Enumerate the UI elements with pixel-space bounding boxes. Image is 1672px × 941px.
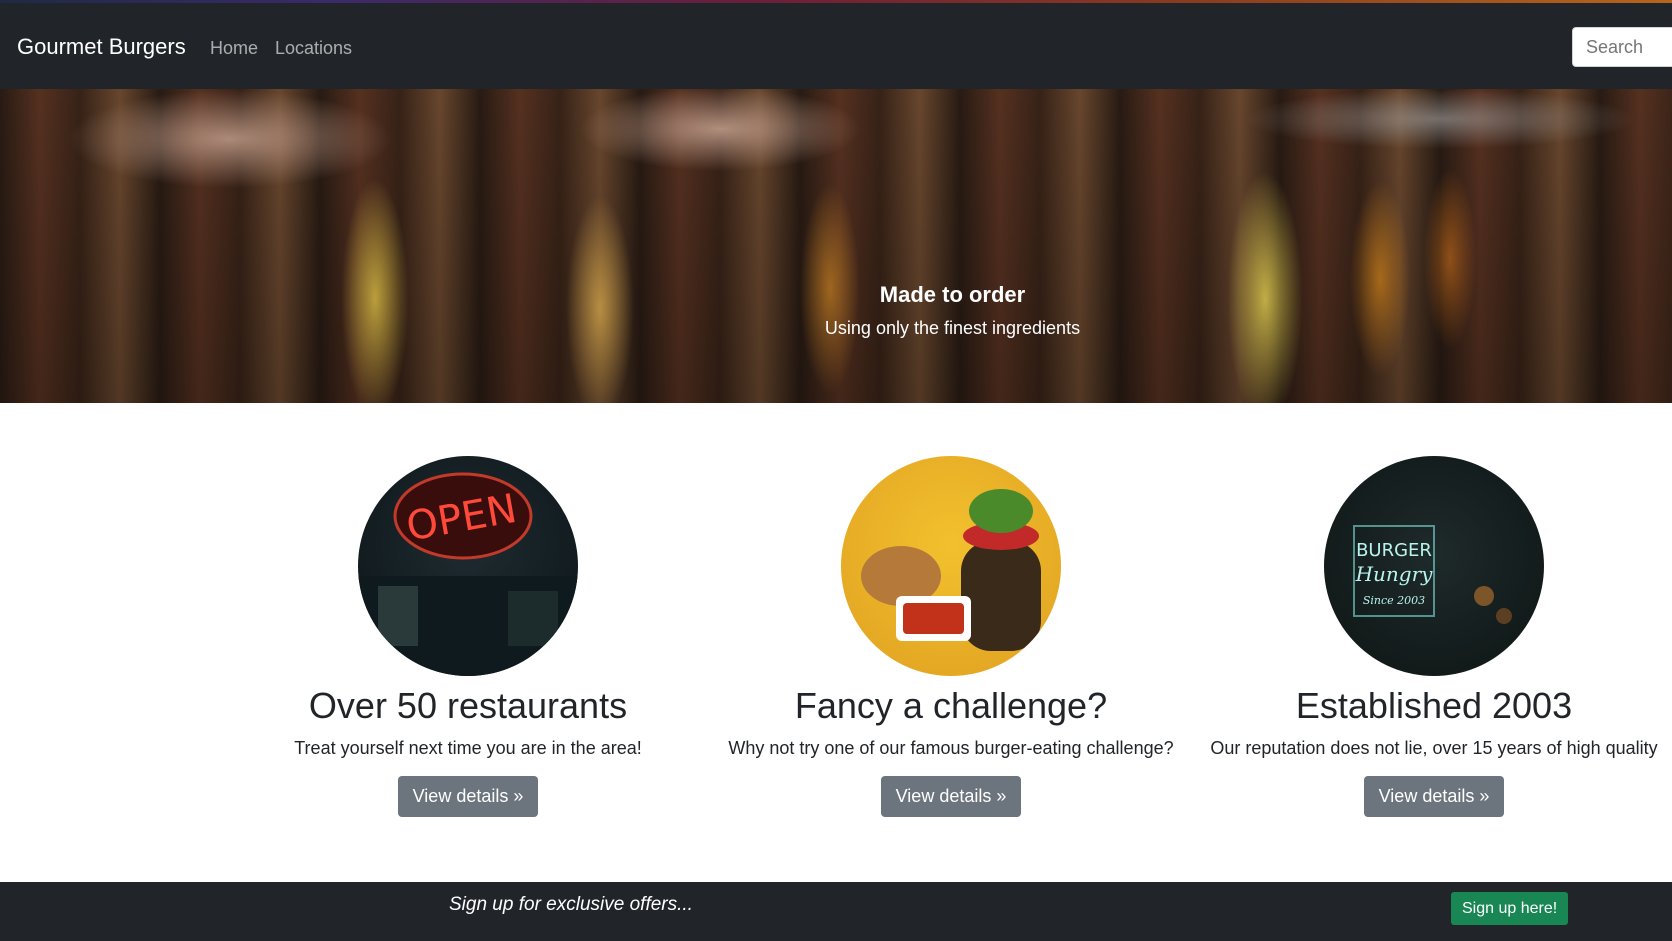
svg-text:BURGER: BURGER [1356,540,1432,561]
svg-text:Since 2003: Since 2003 [1363,594,1425,607]
nav-link-locations[interactable]: Locations [275,38,352,59]
sign-up-button[interactable]: Sign up here! [1451,892,1569,925]
hero-subtitle: Using only the finest ingredients [824,318,1081,338]
feature-text-challenge: Why not try one of our famous burger-eat… [728,738,1174,758]
feature-text-established: Our reputation does not lie, over 15 yea… [1210,738,1658,758]
feature-heading-challenge: Fancy a challenge? [794,685,1108,726]
hero-background-image [0,89,1672,403]
burger-and-wedges-image [841,456,1061,676]
burger-neon-sign-image: BURGER Hungry Since 2003 [1324,456,1544,676]
brand-link[interactable]: Gourmet Burgers [17,34,186,60]
view-details-button-established[interactable]: View details » [1363,776,1505,817]
feature-column-restaurants: OPEN Over 50 restaurants Treat yourself … [238,456,698,817]
svg-text:Hungry: Hungry [1355,562,1434,586]
search-input[interactable] [1572,27,1672,67]
nav-link-home[interactable]: Home [210,38,258,59]
signup-footer: Sign up for exclusive offers... Sign up … [0,882,1672,941]
hero-carousel: Made to order Using only the finest ingr… [0,89,1672,403]
feature-column-challenge: Fancy a challenge? Why not try one of ou… [721,456,1181,817]
navbar: Gourmet Burgers Home Locations [0,3,1672,89]
view-details-button-restaurants[interactable]: View details » [397,776,539,817]
signup-prompt: Sign up for exclusive offers... [449,894,693,915]
open-neon-sign-image: OPEN [358,456,578,676]
feature-column-established: BURGER Hungry Since 2003 Established 200… [1204,456,1664,817]
feature-heading-established: Established 2003 [1295,685,1573,726]
view-details-button-challenge[interactable]: View details » [880,776,1022,817]
feature-text-restaurants: Treat yourself next time you are in the … [294,738,642,758]
feature-heading-restaurants: Over 50 restaurants [308,685,628,726]
hero-title: Made to order [879,282,1026,307]
